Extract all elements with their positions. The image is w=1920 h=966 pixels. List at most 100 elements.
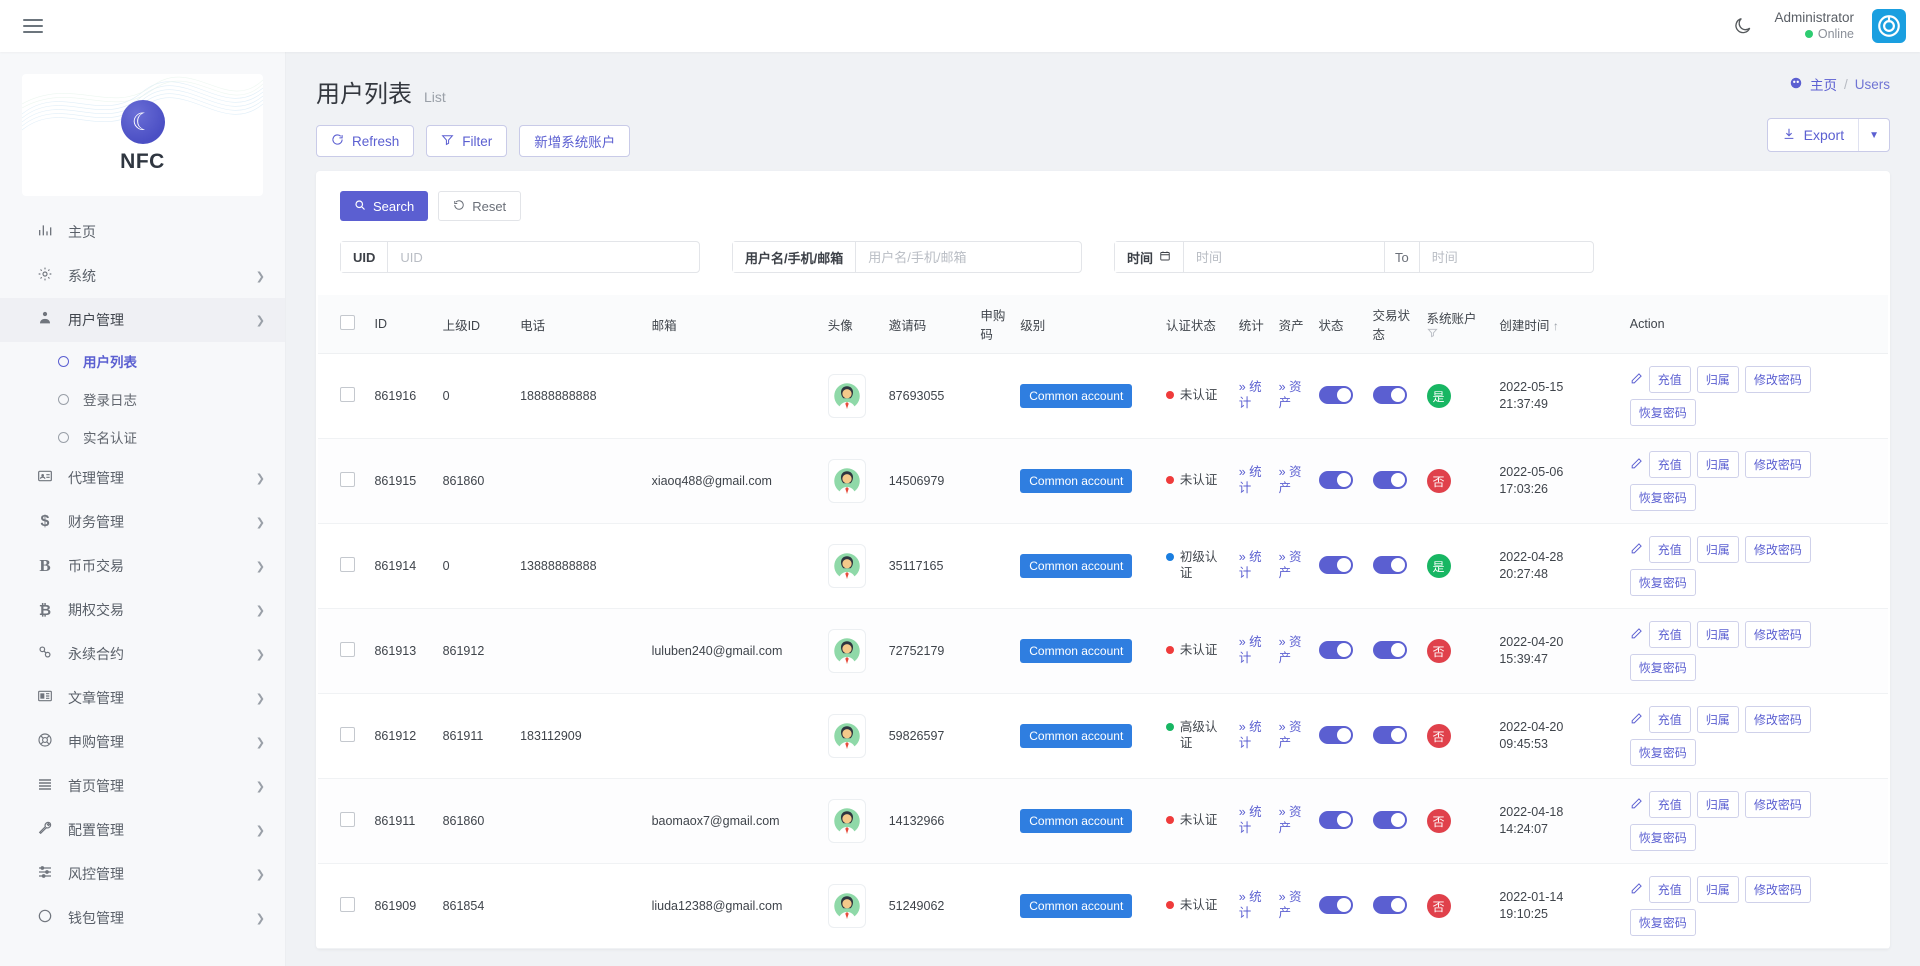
th-invite-code[interactable]: 邀请码 [883,295,975,354]
row-checkbox[interactable] [340,897,355,912]
change-password-button[interactable]: 修改密码 [1745,876,1811,903]
trade-status-toggle[interactable] [1373,471,1407,489]
table-row[interactable]: 861914 0 13888888888 [318,524,1888,609]
restore-password-button[interactable]: 恢复密码 [1630,909,1696,936]
status-toggle[interactable] [1319,896,1353,914]
sidebar-item-risk-management[interactable]: 风控管理 ❯ [0,852,285,896]
sidebar-item-config-management[interactable]: 配置管理 ❯ [0,808,285,852]
restore-password-button[interactable]: 恢复密码 [1630,654,1696,681]
sidebar-subitem-login-log[interactable]: 登录日志 [0,380,285,418]
export-main[interactable]: Export [1768,119,1858,151]
change-password-button[interactable]: 修改密码 [1745,366,1811,393]
sidebar-item-article-management[interactable]: 文章管理 ❯ [0,676,285,720]
sidebar-item-perpetual-contract[interactable]: 永续合约 ❯ [0,632,285,676]
assets-link[interactable]: » 资产 [1279,805,1302,835]
recharge-button[interactable]: 充值 [1649,791,1691,818]
th-purchase-code[interactable]: 申购码 [974,295,1014,354]
statistics-link[interactable]: » 统计 [1239,805,1262,835]
arrow-up-icon[interactable]: ↑ [1553,319,1559,333]
statistics-link[interactable]: » 统计 [1239,635,1262,665]
recharge-button[interactable]: 充值 [1649,876,1691,903]
table-row[interactable]: 861909 861854 liuda12388@gmail.com [318,864,1888,949]
sidebar-item-homepage-management[interactable]: 首页管理 ❯ [0,764,285,808]
status-toggle[interactable] [1319,386,1353,404]
change-password-button[interactable]: 修改密码 [1745,791,1811,818]
reset-button[interactable]: Reset [438,191,521,221]
assets-link[interactable]: » 资产 [1279,720,1302,750]
pencil-icon[interactable] [1630,627,1643,643]
sidebar-item-home[interactable]: 主页 [0,210,285,254]
change-password-button[interactable]: 修改密码 [1745,451,1811,478]
search-button[interactable]: Search [340,191,428,221]
user-info[interactable]: Administrator Online [1774,10,1854,43]
sidebar-item-wallet-management[interactable]: 钱包管理 ❯ [0,896,285,940]
status-toggle[interactable] [1319,811,1353,829]
th-level[interactable]: 级别 [1014,295,1160,354]
pencil-icon[interactable] [1630,882,1643,898]
sidebar-item-coin-trading[interactable]: B 币币交易 ❯ [0,544,285,588]
belong-button[interactable]: 归属 [1697,536,1739,563]
trade-status-toggle[interactable] [1373,641,1407,659]
sidebar-subitem-real-name-auth[interactable]: 实名认证 [0,418,285,456]
filter-button[interactable]: Filter [426,125,507,157]
pencil-icon[interactable] [1630,457,1643,473]
belong-button[interactable]: 归属 [1697,876,1739,903]
add-system-account-button[interactable]: 新增系统账户 [519,125,630,157]
uid-input[interactable] [388,242,699,272]
table-row[interactable]: 861911 861860 baomaox7@gmail.com [318,779,1888,864]
belong-button[interactable]: 归属 [1697,706,1739,733]
row-checkbox[interactable] [340,472,355,487]
avatar[interactable] [1872,9,1906,43]
change-password-button[interactable]: 修改密码 [1745,536,1811,563]
trade-status-toggle[interactable] [1373,386,1407,404]
restore-password-button[interactable]: 恢复密码 [1630,399,1696,426]
belong-button[interactable]: 归属 [1697,451,1739,478]
sidebar-item-options-trading[interactable]: ₿ 期权交易 ❯ [0,588,285,632]
recharge-button[interactable]: 充值 [1649,451,1691,478]
restore-password-button[interactable]: 恢复密码 [1630,824,1696,851]
trade-status-toggle[interactable] [1373,556,1407,574]
row-checkbox[interactable] [340,642,355,657]
table-row[interactable]: 861913 861912 luluben240@gmail.com [318,609,1888,694]
sidebar-item-system[interactable]: 系统 ❯ [0,254,285,298]
table-row[interactable]: 861912 861911 183112909 [318,694,1888,779]
status-toggle[interactable] [1319,556,1353,574]
refresh-button[interactable]: Refresh [316,125,414,157]
th-created-time[interactable]: 创建时间 ↑ [1493,295,1617,354]
assets-link[interactable]: » 资产 [1279,380,1302,410]
belong-button[interactable]: 归属 [1697,621,1739,648]
assets-link[interactable]: » 资产 [1279,635,1302,665]
trade-status-toggle[interactable] [1373,811,1407,829]
statistics-link[interactable]: » 统计 [1239,380,1262,410]
status-toggle[interactable] [1319,471,1353,489]
change-password-button[interactable]: 修改密码 [1745,706,1811,733]
change-password-button[interactable]: 修改密码 [1745,621,1811,648]
time-end-input[interactable] [1420,242,1620,272]
status-toggle[interactable] [1319,641,1353,659]
th-phone[interactable]: 电话 [514,295,646,354]
th-auth-status[interactable]: 认证状态 [1160,295,1233,354]
row-checkbox[interactable] [340,557,355,572]
row-checkbox[interactable] [340,387,355,402]
belong-button[interactable]: 归属 [1697,366,1739,393]
pencil-icon[interactable] [1630,797,1643,813]
statistics-link[interactable]: » 统计 [1239,465,1262,495]
assets-link[interactable]: » 资产 [1279,890,1302,920]
pencil-icon[interactable] [1630,372,1643,388]
th-status[interactable]: 状态 [1313,295,1367,354]
select-all-checkbox[interactable] [340,315,355,330]
sidebar-item-agent-management[interactable]: 代理管理 ❯ [0,456,285,500]
export-button[interactable]: Export ▼ [1767,118,1890,152]
sidebar-subitem-user-list[interactable]: 用户列表 [0,342,285,380]
recharge-button[interactable]: 充值 [1649,706,1691,733]
row-checkbox[interactable] [340,812,355,827]
chevron-down-icon[interactable]: ▼ [1858,119,1889,151]
statistics-link[interactable]: » 统计 [1239,890,1262,920]
restore-password-button[interactable]: 恢复密码 [1630,569,1696,596]
th-system-account[interactable]: 系统账户 [1421,295,1494,354]
th-parent-id[interactable]: 上级ID [437,295,514,354]
trade-status-toggle[interactable] [1373,896,1407,914]
th-trade-status[interactable]: 交易状态 [1367,295,1421,354]
pencil-icon[interactable] [1630,542,1643,558]
recharge-button[interactable]: 充值 [1649,621,1691,648]
